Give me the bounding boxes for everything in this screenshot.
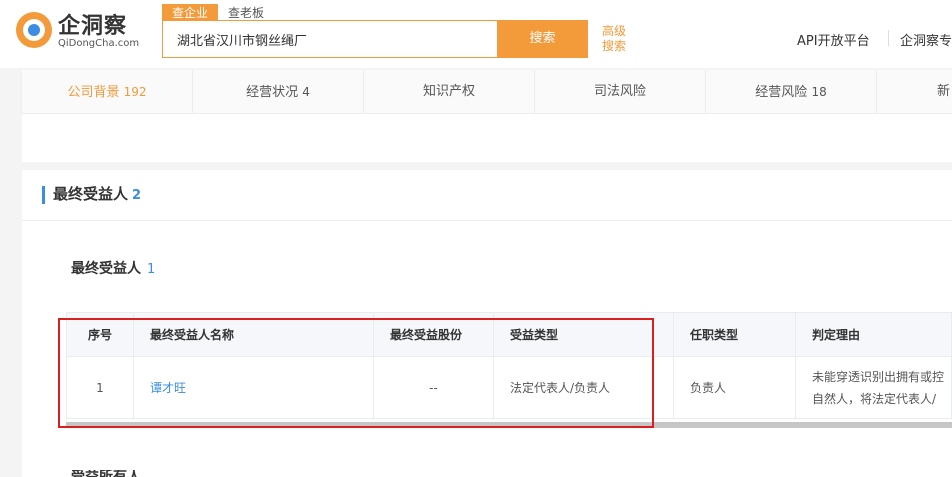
tab-count: 192 — [123, 85, 147, 99]
tab-news[interactable]: 新 — [877, 70, 952, 114]
logo[interactable]: 企洞察 QiDongCha.com — [16, 8, 156, 54]
logo-text: 企洞察 — [58, 14, 128, 39]
section-title: 最终受益人 2 — [42, 186, 141, 204]
section-tab-bar: 公司背景 192 经营状况 4 知识产权 司法风险 经营风险 18 新 — [22, 70, 952, 114]
tab-label: 司法风险 — [593, 84, 646, 99]
logo-icon — [16, 12, 52, 48]
tab-business-status[interactable]: 经营状况 4 — [193, 70, 364, 114]
section-count: 2 — [132, 188, 142, 203]
previous-card — [22, 114, 952, 162]
sub-section-title: 最终受益人 1 — [71, 258, 155, 278]
section-divider — [22, 220, 952, 221]
tab-company-background[interactable]: 公司背景 192 — [22, 70, 193, 114]
search-tabs: 查企业 查老板 — [162, 2, 274, 22]
tab-judicial-risk[interactable]: 司法风险 — [535, 70, 706, 114]
reason-line-1: 未能穿透识别出拥有或控 — [812, 369, 945, 384]
advanced-search-link[interactable]: 高级搜索 — [602, 24, 632, 54]
tab-label: 经营状况 — [246, 85, 299, 100]
tab-label: 经营风险 — [755, 85, 808, 100]
nav-divider — [888, 30, 889, 46]
tab-label: 公司背景 — [67, 85, 120, 100]
col-header-position-type: 任职类型 — [673, 312, 796, 357]
tab-count: 18 — [811, 85, 827, 99]
col-header-reason: 判定理由 — [795, 312, 952, 357]
tab-count: 4 — [302, 85, 310, 99]
api-platform-link[interactable]: API开放平台 — [797, 30, 870, 49]
pro-link[interactable]: 企洞察专 — [900, 30, 952, 49]
search-box — [162, 20, 498, 58]
search-button[interactable]: 搜索 — [497, 20, 588, 58]
tab-label: 新 — [937, 84, 951, 99]
sub-title-count: 1 — [147, 262, 156, 277]
tab-intellectual-property[interactable]: 知识产权 — [364, 70, 535, 114]
tab-label: 知识产权 — [422, 84, 475, 99]
cell-position-type: 负责人 — [673, 356, 796, 419]
logo-subtext: QiDongCha.com — [58, 38, 140, 49]
reason-line-2: 自然人，将法定代表人/ — [812, 391, 937, 406]
next-section-title: 受益所有人 — [71, 470, 141, 477]
search-input[interactable] — [163, 21, 498, 57]
header: 企洞察 QiDongCha.com 查企业查老板 搜索 高级搜索 API开放平台… — [0, 0, 952, 68]
highlight-box — [58, 318, 654, 428]
section-title-text: 最终受益人 — [53, 185, 129, 203]
sub-title-text: 最终受益人 — [71, 261, 141, 277]
cell-reason: 未能穿透识别出拥有或控 自然人，将法定代表人/ — [795, 356, 952, 419]
tab-business-risk[interactable]: 经营风险 18 — [706, 70, 877, 114]
